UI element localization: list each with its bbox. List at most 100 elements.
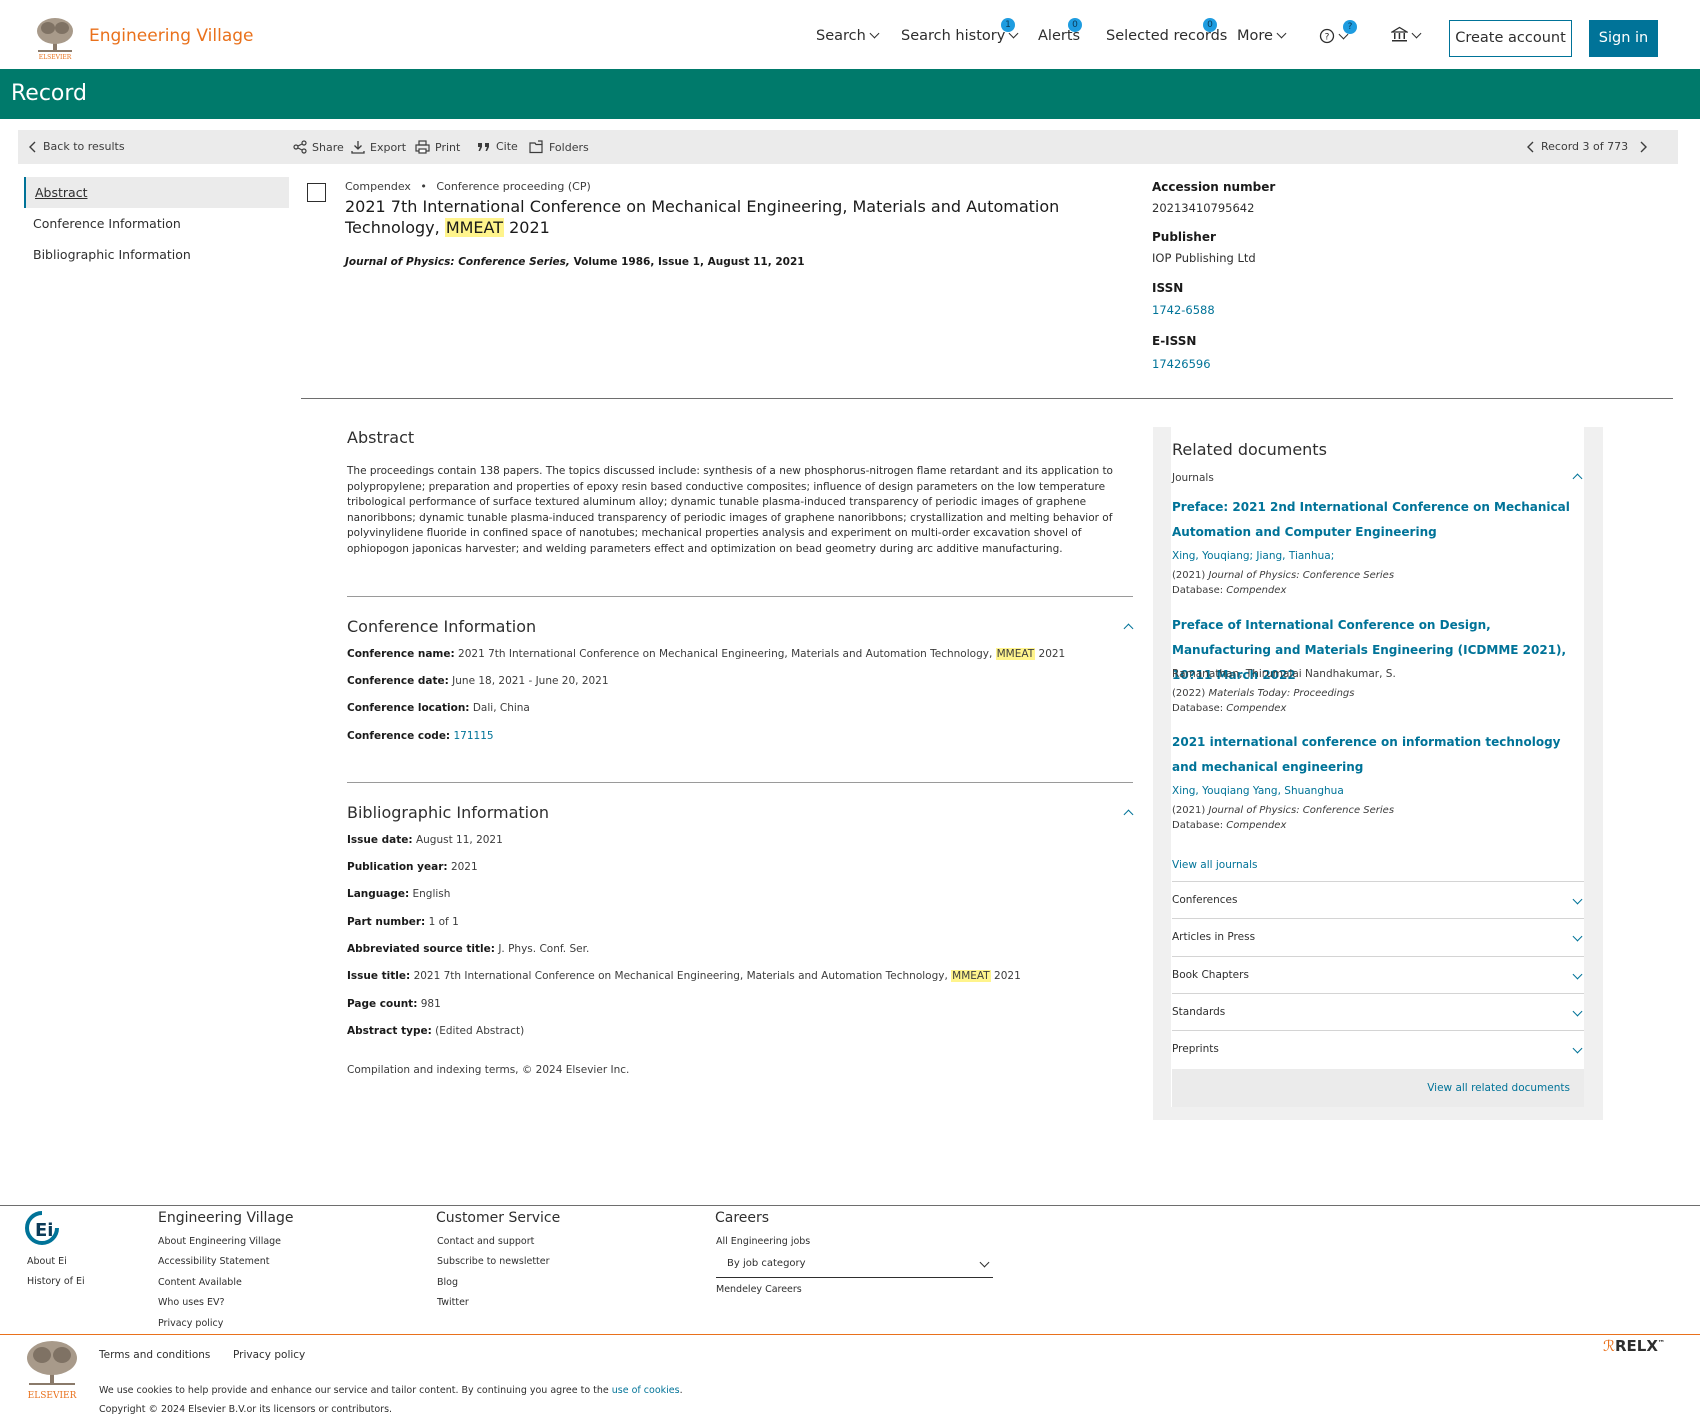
folders-button[interactable]: Folders bbox=[529, 140, 589, 154]
footer-link[interactable]: All Engineering jobs bbox=[716, 1236, 810, 1247]
next-record-icon[interactable] bbox=[1638, 141, 1648, 153]
chevron-down-icon bbox=[869, 28, 880, 39]
ei-logo[interactable]: Ei bbox=[24, 1210, 60, 1246]
publication-year-field: Publication year: 2021 bbox=[347, 861, 478, 873]
related-doc-authors[interactable]: Ramanathan, Thirumalai Nandhakumar, S. bbox=[1172, 668, 1396, 680]
related-doc-authors[interactable]: Xing, Youqiang; Jiang, Tianhua; bbox=[1172, 550, 1334, 562]
issue-date-label: Issue date: bbox=[347, 834, 413, 846]
related-doc-authors[interactable]: Xing, Youqiang Yang, Shuanghua bbox=[1172, 785, 1344, 797]
alerts-badge: 0 bbox=[1068, 18, 1082, 32]
left-nav-conference-information[interactable]: Conference Information bbox=[24, 208, 289, 239]
journals-category-label[interactable]: Journals bbox=[1172, 472, 1214, 484]
footer-link[interactable]: Accessibility Statement bbox=[158, 1256, 269, 1267]
nav-search-history[interactable]: Search history bbox=[901, 28, 1019, 44]
top-header: ELSEVIER Engineering Village Search Sear… bbox=[0, 0, 1700, 69]
elsevier-footer-logo[interactable]: ELSEVIER bbox=[23, 1338, 81, 1400]
share-icon bbox=[293, 140, 307, 154]
record-title-year: 2021 bbox=[509, 218, 550, 237]
issue-date-field: Issue date: August 11, 2021 bbox=[347, 834, 503, 846]
related-doc-db-label: Database: bbox=[1172, 703, 1224, 714]
header-divider bbox=[301, 398, 1673, 399]
related-doc-journal: Materials Today: Proceedings bbox=[1208, 688, 1355, 699]
publisher-label: Publisher bbox=[1152, 230, 1216, 244]
conference-code-link[interactable]: 171115 bbox=[453, 730, 493, 742]
separator-dot: • bbox=[420, 180, 427, 193]
share-label: Share bbox=[312, 141, 344, 154]
issue-title-value: 2021 7th International Conference on Mec… bbox=[413, 970, 948, 982]
issn-link[interactable]: 1742-6588 bbox=[1152, 303, 1215, 317]
folder-icon bbox=[529, 140, 543, 154]
source-journal[interactable]: Journal of Physics: Conference Series, bbox=[345, 256, 570, 268]
related-category-book-chapters[interactable]: Book Chapters bbox=[1172, 956, 1584, 993]
footer-link[interactable]: Contact and support bbox=[437, 1236, 534, 1247]
doc-type-label: Conference proceeding (CP) bbox=[436, 180, 591, 193]
left-nav-bibliographic-information[interactable]: Bibliographic Information bbox=[24, 239, 289, 270]
export-button[interactable]: Export bbox=[351, 140, 406, 154]
footer-link[interactable]: Subscribe to newsletter bbox=[437, 1256, 550, 1267]
footer-copyright: Copyright © 2024 Elsevier B.V.or its lic… bbox=[99, 1404, 393, 1415]
related-doc-journal: Journal of Physics: Conference Series bbox=[1208, 570, 1395, 581]
related-doc-title[interactable]: 2021 international conference on informa… bbox=[1172, 730, 1582, 780]
related-category-standards[interactable]: Standards bbox=[1172, 993, 1584, 1030]
footer-link[interactable]: Mendeley Careers bbox=[716, 1284, 802, 1295]
category-label: Articles in Press bbox=[1172, 931, 1256, 943]
publication-year-label: Publication year: bbox=[347, 861, 448, 873]
print-button[interactable]: Print bbox=[415, 140, 460, 154]
footer-top-divider bbox=[0, 1205, 1700, 1206]
footer-link[interactable]: Blog bbox=[437, 1277, 458, 1288]
terms-link[interactable]: Terms and conditions bbox=[99, 1349, 210, 1361]
view-all-related-link[interactable]: View all related documents bbox=[1427, 1082, 1570, 1094]
related-doc-year: (2022) bbox=[1172, 688, 1206, 699]
relx-logo[interactable]: ℛRELX™ bbox=[1603, 1337, 1665, 1355]
left-nav-abstract[interactable]: Abstract bbox=[24, 177, 289, 208]
share-button[interactable]: Share bbox=[293, 140, 344, 154]
collapse-conference-icon[interactable] bbox=[1123, 623, 1134, 634]
back-to-results-link[interactable]: Back to results bbox=[28, 140, 125, 153]
category-label: Standards bbox=[1172, 1006, 1226, 1018]
sign-in-button[interactable]: Sign in bbox=[1589, 20, 1658, 57]
privacy-link[interactable]: Privacy policy bbox=[233, 1349, 305, 1361]
footer-link[interactable]: Privacy policy bbox=[158, 1318, 223, 1329]
job-category-value: By job category bbox=[727, 1258, 806, 1269]
elsevier-tree-logo[interactable]: ELSEVIER bbox=[34, 16, 76, 60]
related-category-articles-in-press[interactable]: Articles in Press bbox=[1172, 918, 1584, 955]
collapse-bibliographic-icon[interactable] bbox=[1123, 809, 1134, 820]
history-ei-link[interactable]: History of Ei bbox=[27, 1276, 85, 1287]
help-menu[interactable]: ? bbox=[1319, 28, 1349, 45]
footer-link[interactable]: Twitter bbox=[437, 1297, 469, 1308]
footer-link[interactable]: About Engineering Village bbox=[158, 1236, 281, 1247]
ei-logo-text: Ei bbox=[35, 1220, 53, 1241]
cookie-link[interactable]: use of cookies bbox=[612, 1385, 680, 1396]
conference-date-field: Conference date: June 18, 2021 - June 20… bbox=[347, 675, 609, 687]
related-category-preprints[interactable]: Preprints bbox=[1172, 1030, 1584, 1067]
conference-divider bbox=[347, 782, 1133, 783]
footer-link[interactable]: Content Available bbox=[158, 1277, 242, 1288]
chevron-down-icon bbox=[1411, 28, 1422, 39]
view-all-journals-link[interactable]: View all journals bbox=[1172, 859, 1257, 871]
publisher-value: IOP Publishing Ltd bbox=[1152, 251, 1256, 265]
about-ei-link[interactable]: About Ei bbox=[27, 1256, 67, 1267]
select-record-checkbox[interactable] bbox=[307, 183, 326, 202]
elsevier-wordmark: ELSEVIER bbox=[39, 54, 72, 60]
related-doc-title[interactable]: Preface: 2021 2nd International Conferen… bbox=[1172, 495, 1582, 545]
related-doc-journal: Journal of Physics: Conference Series bbox=[1208, 805, 1395, 816]
institution-menu[interactable] bbox=[1389, 26, 1422, 44]
job-category-select[interactable]: By job category bbox=[716, 1250, 993, 1278]
brand-title[interactable]: Engineering Village bbox=[89, 26, 254, 46]
category-label: Preprints bbox=[1172, 1043, 1219, 1055]
create-account-button[interactable]: Create account bbox=[1449, 20, 1572, 57]
issue-date-value: August 11, 2021 bbox=[415, 834, 503, 846]
related-doc-year: (2021) bbox=[1172, 570, 1206, 581]
bibliographic-heading: Bibliographic Information bbox=[347, 803, 550, 822]
nav-search[interactable]: Search bbox=[816, 28, 880, 44]
nav-more[interactable]: More bbox=[1237, 28, 1287, 44]
footer-cs-heading: Customer Service bbox=[436, 1210, 561, 1226]
eissn-link[interactable]: 17426596 bbox=[1152, 357, 1211, 371]
previous-record-icon[interactable] bbox=[1526, 141, 1536, 153]
cite-button[interactable]: Cite bbox=[477, 140, 518, 153]
related-category-conferences[interactable]: Conferences bbox=[1172, 881, 1584, 918]
footer-link[interactable]: Who uses EV? bbox=[158, 1297, 225, 1308]
eissn-label: E-ISSN bbox=[1152, 334, 1197, 348]
conference-code-field: Conference code: 171115 bbox=[347, 730, 494, 742]
language-value: English bbox=[412, 888, 451, 900]
